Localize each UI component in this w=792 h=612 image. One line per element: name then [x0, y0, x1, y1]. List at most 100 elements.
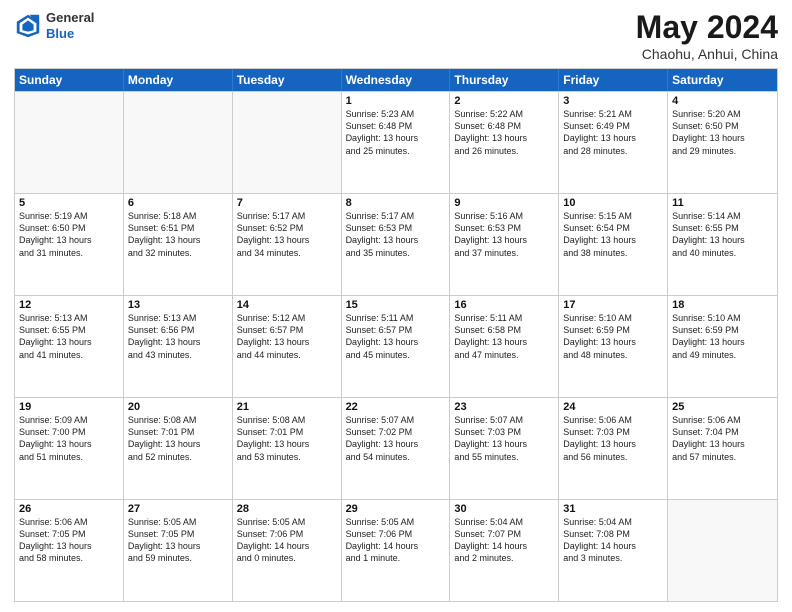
day-number: 14 — [237, 299, 337, 311]
cell-info: Sunrise: 5:23 AMSunset: 6:48 PMDaylight:… — [346, 108, 446, 157]
cell-line: Sunrise: 5:11 AM — [454, 312, 554, 324]
cell-line: Sunset: 7:01 PM — [237, 426, 337, 438]
cell-line: Daylight: 14 hours — [346, 540, 446, 552]
cell-line: and 44 minutes. — [237, 349, 337, 361]
cell-line: Sunrise: 5:14 AM — [672, 210, 773, 222]
cal-cell-day-1: 1Sunrise: 5:23 AMSunset: 6:48 PMDaylight… — [342, 92, 451, 193]
day-number: 18 — [672, 299, 773, 311]
cell-info: Sunrise: 5:17 AMSunset: 6:52 PMDaylight:… — [237, 210, 337, 259]
cell-line: Daylight: 13 hours — [563, 234, 663, 246]
cell-info: Sunrise: 5:05 AMSunset: 7:05 PMDaylight:… — [128, 516, 228, 565]
cell-line: and 2 minutes. — [454, 552, 554, 564]
cell-line: Sunset: 7:03 PM — [563, 426, 663, 438]
cell-line: Sunset: 6:48 PM — [454, 120, 554, 132]
day-number: 27 — [128, 503, 228, 515]
cell-info: Sunrise: 5:18 AMSunset: 6:51 PMDaylight:… — [128, 210, 228, 259]
cell-line: Sunset: 6:56 PM — [128, 324, 228, 336]
cell-line: Sunrise: 5:20 AM — [672, 108, 773, 120]
day-number: 22 — [346, 401, 446, 413]
cal-header-wednesday: Wednesday — [342, 69, 451, 91]
cell-line: Sunset: 6:53 PM — [454, 222, 554, 234]
cell-line: and 37 minutes. — [454, 247, 554, 259]
cell-line: and 38 minutes. — [563, 247, 663, 259]
cal-cell-day-27: 27Sunrise: 5:05 AMSunset: 7:05 PMDayligh… — [124, 500, 233, 601]
calendar-body: 1Sunrise: 5:23 AMSunset: 6:48 PMDaylight… — [15, 91, 777, 601]
cell-line: Sunset: 7:04 PM — [672, 426, 773, 438]
logo-text: General Blue — [46, 10, 94, 41]
header: General Blue May 2024 Chaohu, Anhui, Chi… — [14, 10, 778, 62]
cell-line: Daylight: 13 hours — [672, 438, 773, 450]
cell-line: Sunrise: 5:09 AM — [19, 414, 119, 426]
cal-cell-day-11: 11Sunrise: 5:14 AMSunset: 6:55 PMDayligh… — [668, 194, 777, 295]
cell-line: Daylight: 13 hours — [128, 234, 228, 246]
cell-line: and 54 minutes. — [346, 451, 446, 463]
cal-header-tuesday: Tuesday — [233, 69, 342, 91]
cell-line: Daylight: 14 hours — [563, 540, 663, 552]
day-number: 20 — [128, 401, 228, 413]
cell-line: Daylight: 13 hours — [346, 132, 446, 144]
cal-cell-empty — [668, 500, 777, 601]
cell-line: Daylight: 14 hours — [454, 540, 554, 552]
cell-info: Sunrise: 5:14 AMSunset: 6:55 PMDaylight:… — [672, 210, 773, 259]
cell-line: and 26 minutes. — [454, 145, 554, 157]
cell-line: Sunset: 6:59 PM — [672, 324, 773, 336]
logo-blue: Blue — [46, 26, 94, 42]
cell-line: Sunset: 6:57 PM — [346, 324, 446, 336]
cell-info: Sunrise: 5:11 AMSunset: 6:57 PMDaylight:… — [346, 312, 446, 361]
cal-cell-day-26: 26Sunrise: 5:06 AMSunset: 7:05 PMDayligh… — [15, 500, 124, 601]
cell-line: Sunset: 6:50 PM — [19, 222, 119, 234]
cell-line: Sunrise: 5:10 AM — [672, 312, 773, 324]
cell-line: and 57 minutes. — [672, 451, 773, 463]
cell-line: and 52 minutes. — [128, 451, 228, 463]
cal-cell-day-23: 23Sunrise: 5:07 AMSunset: 7:03 PMDayligh… — [450, 398, 559, 499]
day-number: 7 — [237, 197, 337, 209]
day-number: 13 — [128, 299, 228, 311]
cell-line: and 25 minutes. — [346, 145, 446, 157]
cell-line: Sunset: 6:55 PM — [19, 324, 119, 336]
subtitle: Chaohu, Anhui, China — [636, 46, 778, 62]
cell-line: Sunset: 6:58 PM — [454, 324, 554, 336]
cal-cell-day-19: 19Sunrise: 5:09 AMSunset: 7:00 PMDayligh… — [15, 398, 124, 499]
cal-cell-day-4: 4Sunrise: 5:20 AMSunset: 6:50 PMDaylight… — [668, 92, 777, 193]
day-number: 17 — [563, 299, 663, 311]
cell-info: Sunrise: 5:09 AMSunset: 7:00 PMDaylight:… — [19, 414, 119, 463]
cell-line: Sunset: 7:06 PM — [346, 528, 446, 540]
cell-line: Sunrise: 5:13 AM — [19, 312, 119, 324]
cal-cell-day-7: 7Sunrise: 5:17 AMSunset: 6:52 PMDaylight… — [233, 194, 342, 295]
cell-line: Sunset: 7:08 PM — [563, 528, 663, 540]
cell-line: Sunset: 6:49 PM — [563, 120, 663, 132]
cell-line: Daylight: 13 hours — [454, 132, 554, 144]
cell-line: Sunset: 6:52 PM — [237, 222, 337, 234]
cal-cell-day-12: 12Sunrise: 5:13 AMSunset: 6:55 PMDayligh… — [15, 296, 124, 397]
cell-line: Sunset: 6:53 PM — [346, 222, 446, 234]
cell-line: and 31 minutes. — [19, 247, 119, 259]
cal-cell-day-8: 8Sunrise: 5:17 AMSunset: 6:53 PMDaylight… — [342, 194, 451, 295]
cal-cell-day-30: 30Sunrise: 5:04 AMSunset: 7:07 PMDayligh… — [450, 500, 559, 601]
day-number: 1 — [346, 95, 446, 107]
cal-cell-day-2: 2Sunrise: 5:22 AMSunset: 6:48 PMDaylight… — [450, 92, 559, 193]
day-number: 4 — [672, 95, 773, 107]
day-number: 2 — [454, 95, 554, 107]
cal-cell-day-9: 9Sunrise: 5:16 AMSunset: 6:53 PMDaylight… — [450, 194, 559, 295]
cal-cell-day-24: 24Sunrise: 5:06 AMSunset: 7:03 PMDayligh… — [559, 398, 668, 499]
logo: General Blue — [14, 10, 94, 41]
cell-line: and 53 minutes. — [237, 451, 337, 463]
cell-line: Sunrise: 5:23 AM — [346, 108, 446, 120]
cal-row-3: 12Sunrise: 5:13 AMSunset: 6:55 PMDayligh… — [15, 295, 777, 397]
cell-info: Sunrise: 5:15 AMSunset: 6:54 PMDaylight:… — [563, 210, 663, 259]
cal-cell-day-29: 29Sunrise: 5:05 AMSunset: 7:06 PMDayligh… — [342, 500, 451, 601]
cell-line: Sunset: 6:59 PM — [563, 324, 663, 336]
cell-line: Sunrise: 5:06 AM — [563, 414, 663, 426]
cal-cell-day-18: 18Sunrise: 5:10 AMSunset: 6:59 PMDayligh… — [668, 296, 777, 397]
cal-cell-day-13: 13Sunrise: 5:13 AMSunset: 6:56 PMDayligh… — [124, 296, 233, 397]
cell-line: Sunrise: 5:12 AM — [237, 312, 337, 324]
cell-line: Sunset: 7:05 PM — [128, 528, 228, 540]
cell-line: Daylight: 13 hours — [454, 438, 554, 450]
day-number: 10 — [563, 197, 663, 209]
cell-line: Sunset: 7:03 PM — [454, 426, 554, 438]
cell-line: Sunset: 6:50 PM — [672, 120, 773, 132]
cal-header-friday: Friday — [559, 69, 668, 91]
day-number: 28 — [237, 503, 337, 515]
cell-line: Daylight: 14 hours — [237, 540, 337, 552]
cell-line: Sunset: 6:55 PM — [672, 222, 773, 234]
